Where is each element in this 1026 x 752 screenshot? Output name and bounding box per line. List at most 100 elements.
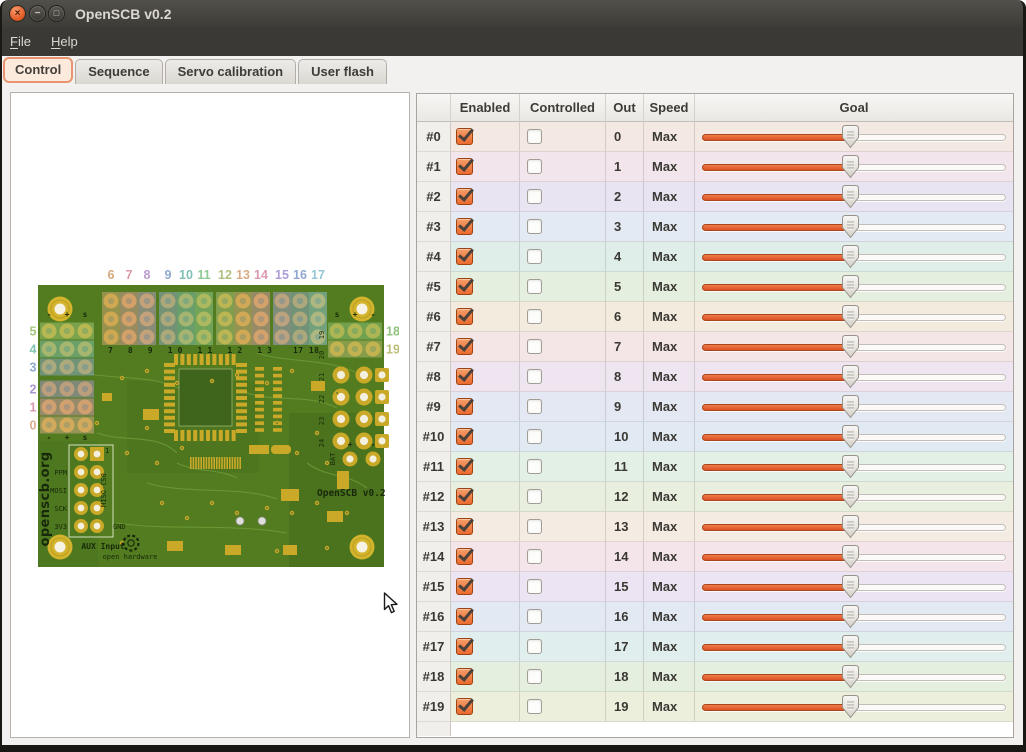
table-row[interactable]: #10 10 Max: [417, 422, 1013, 452]
goal-slider-handle[interactable]: [842, 365, 859, 389]
goal-slider-handle[interactable]: [842, 215, 859, 239]
table-row[interactable]: #16 16 Max: [417, 602, 1013, 632]
menubar: FileHelp: [0, 28, 1026, 56]
controlled-checkbox[interactable]: [527, 579, 542, 594]
goal-slider-handle[interactable]: [842, 305, 859, 329]
tab-sequence[interactable]: Sequence: [75, 59, 162, 84]
enabled-checkbox[interactable]: [456, 698, 473, 715]
enabled-checkbox[interactable]: [456, 488, 473, 505]
table-row[interactable]: #8 8 Max: [417, 362, 1013, 392]
controlled-checkbox[interactable]: [527, 549, 542, 564]
enabled-checkbox[interactable]: [456, 338, 473, 355]
controlled-checkbox[interactable]: [527, 159, 542, 174]
header-out[interactable]: Out: [606, 94, 644, 122]
goal-slider-handle[interactable]: [842, 245, 859, 269]
enabled-checkbox[interactable]: [456, 668, 473, 685]
goal-cell: [695, 452, 1013, 482]
header-enabled[interactable]: Enabled: [451, 94, 520, 122]
goal-slider-handle[interactable]: [842, 665, 859, 689]
table-row[interactable]: #9 9 Max: [417, 392, 1013, 422]
enabled-checkbox[interactable]: [456, 608, 473, 625]
enabled-checkbox[interactable]: [456, 458, 473, 475]
goal-slider-handle[interactable]: [842, 575, 859, 599]
goal-slider-handle[interactable]: [842, 485, 859, 509]
table-row[interactable]: #7 7 Max: [417, 332, 1013, 362]
table-row[interactable]: #18 18 Max: [417, 662, 1013, 692]
close-button[interactable]: ×: [9, 5, 26, 22]
controlled-checkbox[interactable]: [527, 309, 542, 324]
table-row[interactable]: #6 6 Max: [417, 302, 1013, 332]
enabled-checkbox[interactable]: [456, 368, 473, 385]
enabled-checkbox[interactable]: [456, 308, 473, 325]
table-row[interactable]: #4 4 Max: [417, 242, 1013, 272]
goal-slider-handle[interactable]: [842, 125, 859, 149]
enabled-checkbox[interactable]: [456, 398, 473, 415]
controlled-checkbox[interactable]: [527, 639, 542, 654]
enabled-checkbox[interactable]: [456, 518, 473, 535]
controlled-checkbox[interactable]: [527, 189, 542, 204]
enabled-checkbox[interactable]: [456, 188, 473, 205]
goal-slider-handle[interactable]: [842, 425, 859, 449]
enabled-checkbox[interactable]: [456, 428, 473, 445]
controlled-checkbox[interactable]: [527, 279, 542, 294]
controlled-checkbox[interactable]: [527, 609, 542, 624]
controlled-checkbox[interactable]: [527, 219, 542, 234]
maximize-button[interactable]: □: [48, 5, 65, 22]
goal-slider-handle[interactable]: [842, 635, 859, 659]
goal-slider-handle[interactable]: [842, 155, 859, 179]
goal-slider-handle[interactable]: [842, 695, 859, 719]
tab-control[interactable]: Control: [3, 57, 73, 83]
goal-slider-handle[interactable]: [842, 275, 859, 299]
goal-slider-handle[interactable]: [842, 335, 859, 359]
controlled-checkbox[interactable]: [527, 399, 542, 414]
tab-user-flash[interactable]: User flash: [298, 59, 387, 84]
enabled-checkbox[interactable]: [456, 218, 473, 235]
enabled-checkbox[interactable]: [456, 578, 473, 595]
header-controlled[interactable]: Controlled: [520, 94, 606, 122]
header-goal[interactable]: Goal: [695, 94, 1013, 122]
table-row[interactable]: #11 11 Max: [417, 452, 1013, 482]
goal-slider-handle[interactable]: [842, 515, 859, 539]
goal-slider-fill: [702, 134, 852, 141]
menu-help[interactable]: Help: [41, 28, 88, 56]
table-row[interactable]: #0 0 Max: [417, 122, 1013, 152]
goal-slider-handle[interactable]: [842, 185, 859, 209]
table-row[interactable]: #17 17 Max: [417, 632, 1013, 662]
controlled-checkbox[interactable]: [527, 519, 542, 534]
enabled-checkbox[interactable]: [456, 548, 473, 565]
controlled-checkbox[interactable]: [527, 489, 542, 504]
enabled-checkbox[interactable]: [456, 128, 473, 145]
table-row[interactable]: #3 3 Max: [417, 212, 1013, 242]
minimize-button[interactable]: −: [29, 5, 46, 22]
controlled-checkbox[interactable]: [527, 339, 542, 354]
table-row[interactable]: #14 14 Max: [417, 542, 1013, 572]
table-row[interactable]: #13 13 Max: [417, 512, 1013, 542]
goal-slider-handle[interactable]: [842, 395, 859, 419]
controlled-checkbox[interactable]: [527, 699, 542, 714]
controlled-checkbox[interactable]: [527, 429, 542, 444]
controlled-checkbox[interactable]: [527, 249, 542, 264]
controlled-checkbox[interactable]: [527, 129, 542, 144]
controlled-checkbox[interactable]: [527, 459, 542, 474]
row-label: #9: [417, 392, 451, 422]
table-row[interactable]: #15 15 Max: [417, 572, 1013, 602]
controlled-checkbox[interactable]: [527, 669, 542, 684]
menu-file[interactable]: File: [0, 28, 41, 56]
table-row[interactable]: #1 1 Max: [417, 152, 1013, 182]
pcb-image: 6789101112131415161754321018191920212223…: [27, 263, 399, 571]
header-speed[interactable]: Speed: [644, 94, 695, 122]
speed-value: Max: [644, 662, 695, 692]
goal-slider-handle[interactable]: [842, 605, 859, 629]
table-row[interactable]: #12 12 Max: [417, 482, 1013, 512]
tab-servo-calibration[interactable]: Servo calibration: [165, 59, 296, 84]
enabled-checkbox[interactable]: [456, 158, 473, 175]
table-row[interactable]: #5 5 Max: [417, 272, 1013, 302]
table-row[interactable]: #2 2 Max: [417, 182, 1013, 212]
goal-slider-handle[interactable]: [842, 545, 859, 569]
enabled-checkbox[interactable]: [456, 638, 473, 655]
enabled-checkbox[interactable]: [456, 278, 473, 295]
enabled-checkbox[interactable]: [456, 248, 473, 265]
table-row[interactable]: #19 19 Max: [417, 692, 1013, 722]
controlled-checkbox[interactable]: [527, 369, 542, 384]
goal-slider-handle[interactable]: [842, 455, 859, 479]
